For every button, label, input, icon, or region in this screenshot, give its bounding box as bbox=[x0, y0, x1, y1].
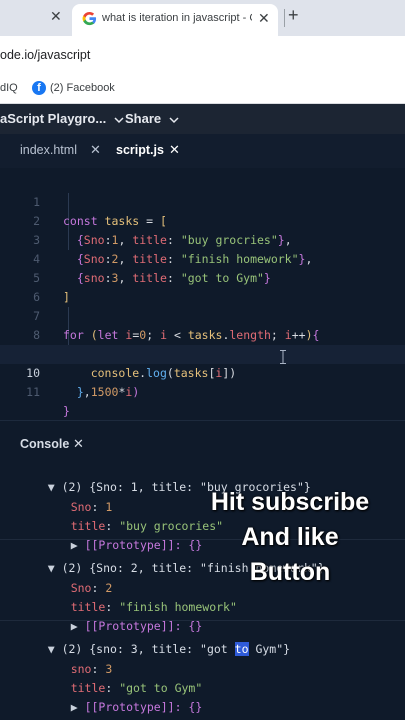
code-line-active[interactable]: 10 },1500*i) bbox=[0, 345, 405, 399]
share-menu[interactable]: Share bbox=[125, 111, 179, 126]
overlay-line: Button bbox=[249, 558, 331, 586]
code-line[interactable]: 2 {Sno:1, title: "buy grocries"}, bbox=[0, 193, 405, 247]
close-tab-icon[interactable]: ✕ bbox=[258, 10, 270, 27]
overlay-line: And like bbox=[241, 523, 339, 551]
search-highlight: to bbox=[234, 642, 249, 656]
editor-tabs: index.html ✕ script.js ✕ bbox=[0, 134, 405, 168]
caret-right-icon[interactable]: ▶ bbox=[71, 700, 85, 714]
entry-summary-text: Gym"} bbox=[248, 642, 291, 656]
close-icon[interactable]: ✕ bbox=[169, 142, 180, 158]
bookmarks-bar: dIQ f (2) Facebook bbox=[0, 74, 405, 104]
tab-divider bbox=[284, 9, 285, 27]
code-editor[interactable]: 1 const tasks = [ 2 {Sno:1, title: "buy … bbox=[0, 168, 405, 420]
code-line[interactable]: 8 setTimeout(()=>{ bbox=[0, 307, 405, 361]
code-line[interactable]: 5 ] bbox=[0, 250, 405, 304]
browser-tab-bar: ✕ what is iteration in javascript - C ✕ … bbox=[0, 0, 405, 36]
console-divider bbox=[0, 620, 405, 621]
subscribe-overlay-text: Hit subscribe And like Button bbox=[190, 485, 390, 590]
line-number: 11 bbox=[26, 385, 40, 399]
code-line[interactable]: 9 console.log(tasks[i]) bbox=[0, 326, 405, 380]
facebook-icon: f bbox=[32, 81, 46, 95]
text-cursor-icon bbox=[280, 350, 286, 364]
bookmark-item[interactable]: dIQ bbox=[0, 82, 18, 94]
url-text[interactable]: ode.io/javascript bbox=[0, 48, 90, 62]
close-icon[interactable]: ✕ bbox=[73, 436, 84, 452]
tab-title: what is iteration in javascript - C bbox=[102, 12, 252, 24]
google-icon bbox=[82, 11, 97, 26]
code-line[interactable]: 3 {Sno:2, title: "finish homework"}, bbox=[0, 212, 405, 266]
chevron-down-icon bbox=[169, 117, 179, 123]
share-label: Share bbox=[125, 111, 162, 126]
new-tab-icon[interactable]: + bbox=[288, 5, 299, 26]
code-text: } bbox=[63, 404, 70, 418]
prototype-text: [[Prototype]]: {} bbox=[84, 700, 203, 714]
address-bar[interactable]: ode.io/javascript bbox=[0, 36, 405, 74]
close-tab-icon[interactable]: ✕ bbox=[50, 8, 62, 25]
tab-script-js[interactable]: script.js bbox=[116, 143, 164, 157]
code-line[interactable]: 6 bbox=[0, 269, 405, 304]
tab-index-html[interactable]: index.html bbox=[20, 143, 77, 157]
app-header: aScript Playgro... Share bbox=[0, 104, 405, 134]
code-line[interactable]: 4 {sno:3, title: "got to Gym"} bbox=[0, 231, 405, 285]
console-prototype[interactable]: ▶ [[Prototype]]: {} bbox=[43, 680, 203, 720]
console-title: Console bbox=[20, 437, 70, 451]
browser-tab-active[interactable]: what is iteration in javascript - C ✕ bbox=[72, 4, 278, 36]
playground-label: aScript Playgro... bbox=[0, 111, 107, 126]
playground-menu[interactable]: aScript Playgro... bbox=[0, 111, 124, 126]
code-line[interactable]: 1 const tasks = [ bbox=[0, 174, 405, 228]
close-icon[interactable]: ✕ bbox=[90, 142, 101, 158]
code-line[interactable]: 7 for (let i=0; i < tasks.length; i++){ bbox=[0, 288, 405, 342]
code-text: },1500*i) bbox=[76, 385, 140, 399]
chevron-down-icon bbox=[114, 117, 124, 123]
code-line[interactable]: 11 } bbox=[0, 364, 405, 418]
overlay-line: Hit subscribe bbox=[210, 488, 370, 516]
bookmark-facebook[interactable]: (2) Facebook bbox=[50, 82, 115, 94]
